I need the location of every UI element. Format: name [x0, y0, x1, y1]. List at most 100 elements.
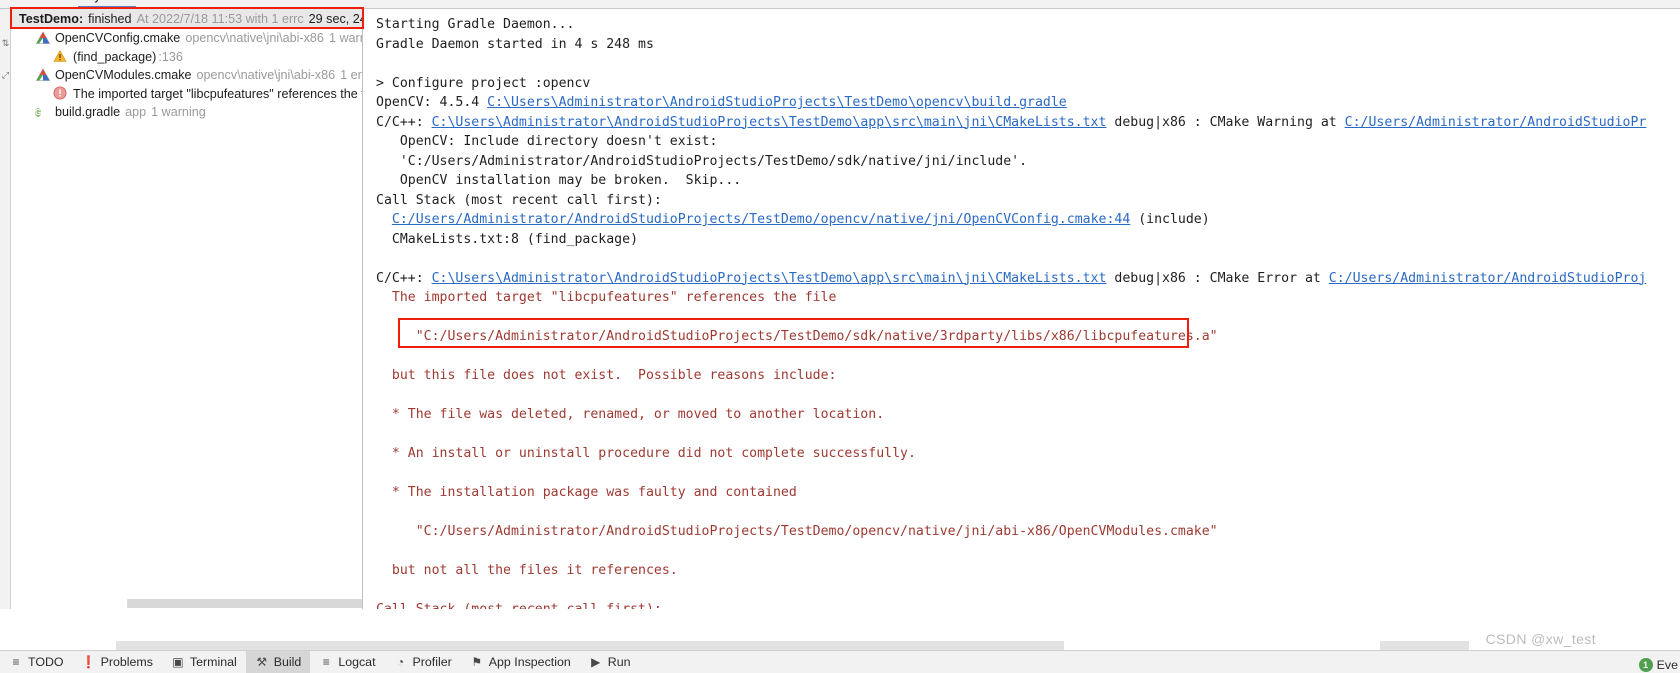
- console-text: but this file does not exist. Possible r…: [376, 368, 837, 383]
- filter-icon[interactable]: ⇅: [1, 39, 10, 48]
- tool-window-button-app-inspection[interactable]: ⚑ App Inspection: [461, 651, 580, 673]
- tool-window-button-terminal[interactable]: ▣ Terminal: [162, 651, 246, 673]
- tree-row[interactable]: (find_package) :136: [11, 48, 362, 67]
- console-line: C/C++: C:\Users\Administrator\AndroidStu…: [376, 269, 1646, 289]
- console-text: OpenCV installation may be broken. Skip.…: [376, 173, 742, 188]
- console-line: but this file does not exist. Possible r…: [376, 366, 1646, 386]
- cmake-file-icon: [35, 30, 51, 46]
- tool-window-button-profiler[interactable]: ◔ Profiler: [385, 651, 461, 673]
- console-file-link[interactable]: C:/Users/Administrator/AndroidStudioProj: [1329, 271, 1647, 286]
- tree-horizontal-scrollbar[interactable]: [127, 599, 362, 608]
- tree-node-label: (find_package): [73, 49, 157, 64]
- console-text: debug|x86 : CMake Warning at: [1106, 114, 1345, 130]
- build-output-console[interactable]: Starting Gradle Daemon... Gradle Daemon s…: [364, 9, 1680, 609]
- console-line: OpenCV: 4.5.4 C:\Users\Administrator\And…: [376, 93, 1646, 113]
- tree-row[interactable]: OpenCVModules.cmake opencv\native\jni\ab…: [11, 66, 362, 85]
- android-studio-build-window: Build Sync ⇅ ⤢ TestDemo: finished At 202…: [0, 0, 1680, 673]
- tool-window-label: Run: [607, 655, 631, 669]
- console-text: OpenCV: Include directory doesn't exist:: [376, 134, 718, 149]
- tool-window-label: Problems: [100, 655, 153, 669]
- problems-icon: ❗: [81, 655, 97, 669]
- build-root-status: finished: [88, 12, 132, 26]
- tree-node-label: OpenCVConfig.cmake: [55, 31, 181, 46]
- console-file-link[interactable]: C:\Users\Administrator\AndroidStudioProj…: [432, 271, 1107, 286]
- tree-node-counts: 1 warning: [151, 105, 206, 120]
- tool-window-label: Logcat: [338, 655, 376, 669]
- console-text: (include): [1130, 212, 1210, 227]
- scrollbar-stub-row: [116, 641, 1469, 650]
- console-line: OpenCV installation may be broken. Skip.…: [376, 171, 1646, 191]
- profiler-icon: ◔: [396, 655, 405, 669]
- tool-window-label: Build: [273, 655, 302, 669]
- console-line: * The installation package was faulty an…: [376, 483, 1646, 503]
- console-line: "C:/Users/Administrator/AndroidStudioPro…: [376, 327, 1646, 347]
- tool-window-button-problems[interactable]: ❗ Problems: [73, 651, 162, 673]
- tool-window-button-logcat[interactable]: ≡ Logcat: [310, 651, 384, 673]
- tool-window-tab-strip: Build Sync: [0, 0, 1680, 9]
- tool-window-button-bar: ≡ TODO ❗ Problems ▣ Terminal ⚒ Build ≡ Logcat ◔ Pro…: [0, 650, 1680, 673]
- tree-row[interactable]: TestDemo: finished At 2022/7/18 11:53 wi…: [11, 9, 362, 29]
- tree-node-path: opencv\native\jni\abi-x86: [196, 68, 336, 83]
- console-text: C/C++:: [376, 114, 432, 130]
- tool-window-button-todo[interactable]: ≡ TODO: [0, 651, 73, 673]
- tab-build[interactable]: Build: [4, 0, 32, 3]
- console-text: "C:/Users/Administrator/AndroidStudioPro…: [376, 329, 1218, 344]
- console-line: Gradle Daemon started in 4 s 248 ms: [376, 35, 1646, 55]
- console-line: Call Stack (most recent call first):: [376, 600, 1646, 609]
- build-root-title: TestDemo:: [19, 12, 84, 26]
- console-file-link[interactable]: C:\Users\Administrator\AndroidStudioProj…: [432, 115, 1107, 130]
- tool-window-label: TODO: [28, 655, 64, 669]
- console-text: Gradle Daemon started in 4 s 248 ms: [376, 36, 654, 52]
- error-circle-icon: [53, 86, 69, 102]
- watermark-text: CSDN @xw_test: [1485, 631, 1596, 647]
- build-tree-panel[interactable]: TestDemo: finished At 2022/7/18 11:53 wi…: [11, 9, 363, 609]
- console-file-link[interactable]: C:/Users/Administrator/AndroidStudioPr: [1345, 115, 1647, 130]
- warning-triangle-icon: [53, 49, 69, 65]
- console-text: C/C++:: [376, 270, 432, 286]
- tree-row[interactable]: The imported target "libcpufeatures" ref…: [11, 85, 362, 104]
- tree-row[interactable]: OpenCVConfig.cmake opencv\native\jni\abi…: [11, 29, 362, 48]
- console-text: but not all the files it references.: [376, 563, 678, 578]
- console-text: Call Stack (most recent call first):: [376, 192, 662, 208]
- console-text: The imported target "libcpufeatures" ref…: [376, 290, 837, 305]
- expand-icon[interactable]: ⤢: [1, 71, 10, 80]
- console-line: Starting Gradle Daemon...: [376, 15, 1646, 35]
- logcat-icon: ≡: [322, 655, 330, 669]
- status-bar-area: CSDN @xw_test ≡ TODO ❗ Problems ▣ Terminal ⚒ Bu…: [0, 609, 1680, 673]
- tab-sync[interactable]: Sync: [86, 0, 114, 3]
- console-text: debug|x86 : CMake Error at: [1106, 270, 1329, 286]
- tool-window-button-build[interactable]: ⚒ Build: [245, 650, 311, 673]
- checklist-icon: ≡: [12, 655, 20, 669]
- tool-window-button-run[interactable]: ▶ Run: [580, 651, 640, 673]
- cmake-file-icon: [35, 67, 51, 83]
- console-line: Call Stack (most recent call first):: [376, 191, 1646, 211]
- console-file-link[interactable]: C:/Users/Administrator/AndroidStudioProj…: [392, 212, 1130, 227]
- scrollbar-stub-left[interactable]: [116, 641, 1064, 650]
- console-line: * The file was deleted, renamed, or move…: [376, 405, 1646, 425]
- console-text: CMakeLists.txt:8 (find_package): [376, 231, 639, 247]
- tree-node-path: opencv\native\jni\abi-x86: [185, 31, 324, 46]
- gradle-g-badge: G: [35, 108, 42, 118]
- console-file-link[interactable]: C:\Users\Administrator\AndroidStudioProj…: [487, 95, 1067, 110]
- tree-row[interactable]: G build.gradle app 1 warning: [11, 103, 362, 122]
- build-toolbar-gutter: ⇅ ⤢: [0, 9, 11, 609]
- tree-node-label: The imported target "libcpufeatures" ref…: [73, 86, 363, 101]
- console-line: CMakeLists.txt:8 (find_package): [376, 230, 1646, 250]
- console-text: 'C:/Users/Administrator/AndroidStudioPro…: [376, 153, 1028, 169]
- gradle-file-icon: G: [35, 104, 51, 120]
- console-line: C:/Users/Administrator/AndroidStudioProj…: [376, 210, 1646, 230]
- tool-window-label: App Inspection: [488, 655, 571, 669]
- event-log-button[interactable]: 1 Eve: [1638, 658, 1678, 672]
- console-text: * The file was deleted, renamed, or move…: [376, 407, 885, 422]
- terminal-icon: ▣: [172, 655, 184, 669]
- scrollbar-stub-right[interactable]: [1380, 641, 1469, 650]
- hammer-icon: ⚒: [256, 655, 268, 669]
- event-log-label: Eve: [1656, 658, 1678, 672]
